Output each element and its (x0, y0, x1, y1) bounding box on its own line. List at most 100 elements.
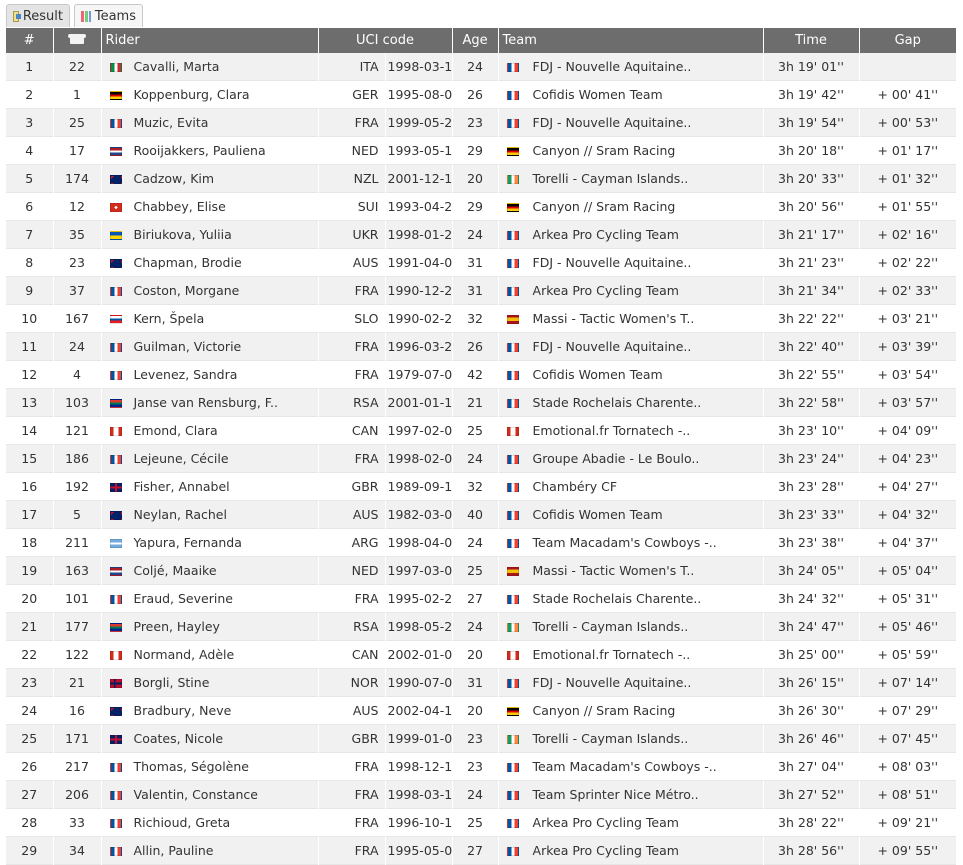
rider-name[interactable]: Lejeune, Cécile (134, 451, 229, 466)
table-row[interactable]: 417 Rooijakkers, Pauliena NED1993-05-1229 C… (6, 136, 957, 165)
rider-name[interactable]: Levenez, Sandra (134, 367, 238, 382)
team-name[interactable]: FDJ - Nouvelle Aquitaine.. (533, 115, 692, 130)
table-row[interactable]: 20101 Eraud, Severine FRA1995-02-2427 Stade… (6, 584, 957, 613)
table-row[interactable]: 26217 Thomas, Ségolène FRA1998-12-1723 Team… (6, 752, 957, 781)
rider-name[interactable]: Fisher, Annabel (134, 479, 230, 494)
rider-name[interactable]: Kern, Špela (134, 311, 205, 326)
team-name[interactable]: Team Macadam's Cowboys -.. (533, 535, 717, 550)
table-row[interactable]: 2416 Bradbury, Neve AUS2002-04-1120 Canyon … (6, 696, 957, 725)
table-row[interactable]: 612 Chabbey, Elise SUI1993-04-2429 Canyon /… (6, 192, 957, 221)
team-name[interactable]: FDJ - Nouvelle Aquitaine.. (533, 675, 692, 690)
team-name[interactable]: Massi - Tactic Women's T.. (533, 311, 695, 326)
rider-name[interactable]: Eraud, Severine (134, 591, 233, 606)
rider-name[interactable]: Cadzow, Kim (134, 171, 215, 186)
team-name[interactable]: Chambéry CF (533, 479, 618, 494)
team-name[interactable]: Stade Rochelais Charente.. (533, 395, 702, 410)
team-name[interactable]: Canyon // Sram Racing (533, 703, 676, 718)
table-row[interactable]: 5174 Cadzow, Kim NZL2001-12-1820 Torelli - … (6, 164, 957, 193)
team-name[interactable]: Emotional.fr Tornatech -.. (533, 647, 691, 662)
table-row[interactable]: 823 Chapman, Brodie AUS1991-04-0931 FDJ - N… (6, 248, 957, 277)
tab-teams[interactable]: Teams (74, 4, 143, 27)
team-name[interactable]: Arkea Pro Cycling Team (533, 283, 679, 298)
col-gap-header[interactable]: Gap (859, 28, 957, 53)
team-name[interactable]: Torelli - Cayman Islands.. (533, 171, 689, 186)
rider-name[interactable]: Preen, Hayley (134, 619, 220, 634)
table-row[interactable]: 735 Biriukova, Yuliia UKR1998-01-2424 Arkea… (6, 220, 957, 249)
rider-name[interactable]: Koppenburg, Clara (134, 87, 250, 102)
table-row[interactable]: 2934 Allin, Pauline FRA1995-05-0227 Arkea P… (6, 836, 957, 865)
rider-name[interactable]: Muzic, Evita (134, 115, 209, 130)
team-cell: FDJ - Nouvelle Aquitaine.. (498, 668, 764, 697)
rider-name[interactable]: Normand, Adèle (134, 647, 235, 662)
col-age-header[interactable]: Age (452, 28, 499, 53)
team-name[interactable]: Torelli - Cayman Islands.. (533, 619, 689, 634)
team-name[interactable]: Cofidis Women Team (533, 87, 663, 102)
table-row[interactable]: 2321 Borgli, Stine NOR1990-07-0431 FDJ - No… (6, 668, 957, 697)
table-row[interactable]: 1124 Guilman, Victorie FRA1996-03-2526 FDJ … (6, 332, 957, 361)
rider-name[interactable]: Chabbey, Elise (134, 199, 226, 214)
team-name[interactable]: Team Macadam's Cowboys -.. (533, 759, 717, 774)
team-name[interactable]: Canyon // Sram Racing (533, 143, 676, 158)
rider-name[interactable]: Yapura, Fernanda (134, 535, 242, 550)
team-name[interactable]: Massi - Tactic Women's T.. (533, 563, 695, 578)
rider-name[interactable]: Allin, Pauline (134, 843, 214, 858)
team-name[interactable]: Cofidis Women Team (533, 507, 663, 522)
col-time-header[interactable]: Time (763, 28, 860, 53)
col-team-header[interactable]: Team (498, 28, 764, 53)
table-row[interactable]: 18211 Yapura, Fernanda ARG1998-04-0624 Team… (6, 528, 957, 557)
table-row[interactable]: 325 Muzic, Evita FRA1999-05-2623 FDJ - Nouv… (6, 108, 957, 137)
table-row[interactable]: 19163 Coljé, Maaike NED1997-03-0725 Massi -… (6, 556, 957, 585)
table-row[interactable]: 13 103 Janse van Rensburg, F.. RSA 2001-01-1… (6, 388, 957, 417)
team-name[interactable]: Arkea Pro Cycling Team (533, 843, 679, 858)
team-name[interactable]: Cofidis Women Team (533, 367, 663, 382)
team-name[interactable]: Emotional.fr Tornatech -.. (533, 423, 691, 438)
team-name[interactable]: FDJ - Nouvelle Aquitaine.. (533, 339, 692, 354)
col-uci-header[interactable]: UCI code (318, 28, 453, 53)
rider-name[interactable]: Coston, Morgane (134, 283, 240, 298)
gap-cell: + 01' 55'' (859, 192, 957, 221)
table-row[interactable]: 2833 Richioud, Greta FRA1996-10-1125 Arkea … (6, 808, 957, 837)
team-name[interactable]: FDJ - Nouvelle Aquitaine.. (533, 255, 692, 270)
col-rank-header[interactable]: # (6, 28, 54, 53)
rider-name[interactable]: Emond, Clara (134, 423, 218, 438)
table-row[interactable]: 124 Levenez, Sandra FRA1979-07-0542 Cofidis… (6, 360, 957, 389)
tab-result[interactable]: Result (6, 4, 70, 27)
rider-name[interactable]: Guilman, Victorie (134, 339, 242, 354)
rider-name[interactable]: Chapman, Brodie (134, 255, 242, 270)
rider-name[interactable]: Coljé, Maaike (134, 563, 217, 578)
rider-name[interactable]: Valentin, Constance (134, 787, 258, 802)
team-name[interactable]: FDJ - Nouvelle Aquitaine.. (533, 59, 692, 74)
table-row[interactable]: 10167 Kern, Špela SLO1990-02-2432 Massi - T… (6, 304, 957, 333)
team-name[interactable]: Arkea Pro Cycling Team (533, 815, 679, 830)
team-name[interactable]: Team Sprinter Nice Métro.. (533, 787, 699, 802)
table-row[interactable]: 15186 Lejeune, Cécile FRA1998-02-0124 Group… (6, 444, 957, 473)
rider-name[interactable]: Thomas, Ségolène (134, 759, 250, 774)
table-row[interactable]: 27206 Valentin, Constance FRA1998-03-1924 T… (6, 780, 957, 809)
table-row[interactable]: 16192 Fisher, Annabel GBR1989-09-1932 Chamb… (6, 472, 957, 501)
rider-name[interactable]: Janse van Rensburg, F.. (134, 395, 278, 410)
rank-cell: 6 (6, 192, 54, 221)
table-row[interactable]: 21177 Preen, Hayley RSA1998-05-2824 Torelli… (6, 612, 957, 641)
rider-name[interactable]: Neylan, Rachel (134, 507, 227, 522)
table-row[interactable]: 937 Coston, Morgane FRA1990-12-2831 Arkea P… (6, 276, 957, 305)
table-row[interactable]: 122 Cavalli, Marta ITA1998-03-1824 FDJ - No… (6, 53, 957, 81)
team-name[interactable]: Stade Rochelais Charente.. (533, 591, 702, 606)
rider-name[interactable]: Richioud, Greta (134, 815, 231, 830)
table-row[interactable]: 21 Koppenburg, Clara GER1995-08-0326 Cofidi… (6, 80, 957, 109)
team-name[interactable]: Canyon // Sram Racing (533, 199, 676, 214)
rider-name[interactable]: Bradbury, Neve (134, 703, 232, 718)
table-row[interactable]: 14121 Emond, Clara CAN1997-02-0525 Emotiona… (6, 416, 957, 445)
rider-name[interactable]: Cavalli, Marta (134, 59, 220, 74)
rider-name[interactable]: Biriukova, Yuliia (134, 227, 232, 242)
rider-name[interactable]: Rooijakkers, Pauliena (134, 143, 266, 158)
team-name[interactable]: Groupe Abadie - Le Boulo.. (533, 451, 700, 466)
col-bib-header[interactable] (53, 28, 102, 53)
table-row[interactable]: 175 Neylan, Rachel AUS1982-03-0940 Cofidis … (6, 500, 957, 529)
table-row[interactable]: 25171 Coates, Nicole GBR1999-01-0223 Torell… (6, 724, 957, 753)
table-row[interactable]: 22122 Normand, Adèle CAN2002-01-0520 Emotio… (6, 640, 957, 669)
rider-name[interactable]: Coates, Nicole (134, 731, 224, 746)
team-name[interactable]: Arkea Pro Cycling Team (533, 227, 679, 242)
rider-name[interactable]: Borgli, Stine (134, 675, 210, 690)
col-rider-header[interactable]: Rider (101, 28, 319, 53)
team-name[interactable]: Torelli - Cayman Islands.. (533, 731, 689, 746)
